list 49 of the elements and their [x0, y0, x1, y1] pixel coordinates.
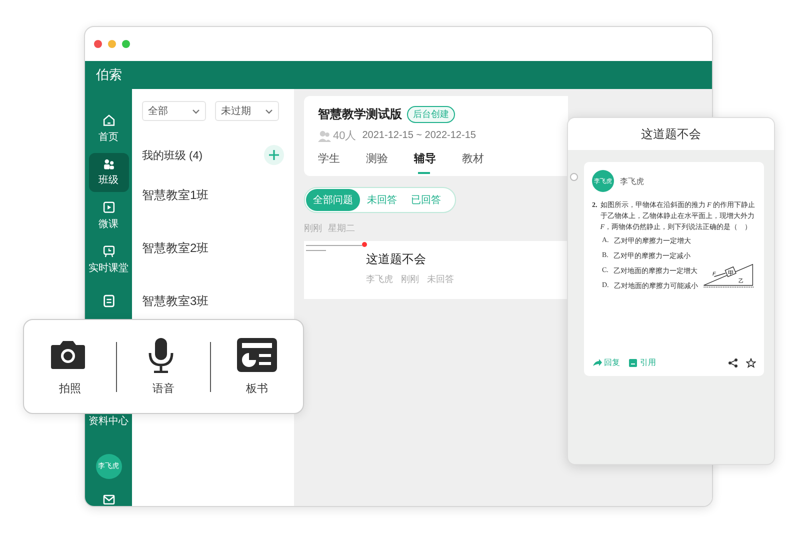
reply-icon [592, 358, 602, 368]
question-title: 这道题不会 [366, 251, 427, 268]
star-icon[interactable] [746, 358, 756, 368]
question-thumbnail [306, 245, 362, 251]
home-icon [102, 114, 116, 127]
people-icon [102, 158, 116, 170]
tool-button[interactable]: 语音 [117, 337, 210, 396]
date-range: 2021-12-15 ~ 2022-12-15 [362, 130, 476, 141]
day-label: 刚刚 [304, 222, 322, 235]
chevron-down-icon [192, 108, 200, 114]
filter-dropdown[interactable]: 全部 [142, 101, 206, 121]
board-icon [236, 337, 277, 373]
tool-button[interactable]: 拍照 [24, 337, 116, 396]
add-button[interactable] [264, 145, 284, 165]
author-name: 李飞虎 [620, 176, 644, 186]
people-icon [318, 130, 331, 142]
sidebar-item[interactable]: 微课 [88, 196, 128, 236]
tab[interactable]: 学生 [318, 150, 366, 172]
close-button[interactable] [94, 40, 102, 48]
day-label: 星期二 [328, 222, 355, 235]
filter-dropdown[interactable]: 未过期 [215, 101, 279, 121]
class-item[interactable]: 智慧教室2班 [142, 240, 284, 257]
video-icon [102, 201, 116, 214]
quote-icon [628, 358, 638, 368]
source-badge: 后台创建 [407, 106, 455, 123]
sidebar-item[interactable]: 实时课堂 [88, 240, 128, 280]
share-icon[interactable] [728, 358, 738, 368]
member-count: 40人 [333, 129, 356, 143]
question-author: 李飞虎 [366, 273, 393, 286]
class-item[interactable]: 智慧教室3班 [142, 293, 284, 310]
tab[interactable]: 测验 [366, 150, 414, 172]
question-time: 刚刚 [401, 273, 419, 286]
panel-title: 这道题不会 [568, 118, 774, 150]
sidebar-item[interactable]: 首页 [88, 109, 128, 149]
question-card[interactable]: 这道题不会 李飞虎 刚刚 未回答 [304, 241, 568, 299]
timeline-dot [570, 173, 578, 181]
tab[interactable]: 教材 [462, 150, 510, 172]
app-title: 伯索 [96, 66, 122, 84]
sidebar-item[interactable]: 班级 [88, 152, 128, 192]
mail-icon[interactable] [102, 492, 116, 506]
screen-clock-icon [102, 245, 116, 258]
class-item[interactable]: 智慧教室1班 [142, 187, 284, 204]
document-icon [102, 294, 116, 308]
section-heading: 我的班级 (4) [142, 148, 202, 162]
chevron-down-icon [265, 108, 273, 114]
question-status: 未回答 [427, 273, 454, 286]
class-title: 智慧教学测试版 [318, 106, 402, 123]
tool-button[interactable]: 板书 [210, 337, 303, 396]
tab[interactable]: 辅导 [414, 150, 462, 172]
